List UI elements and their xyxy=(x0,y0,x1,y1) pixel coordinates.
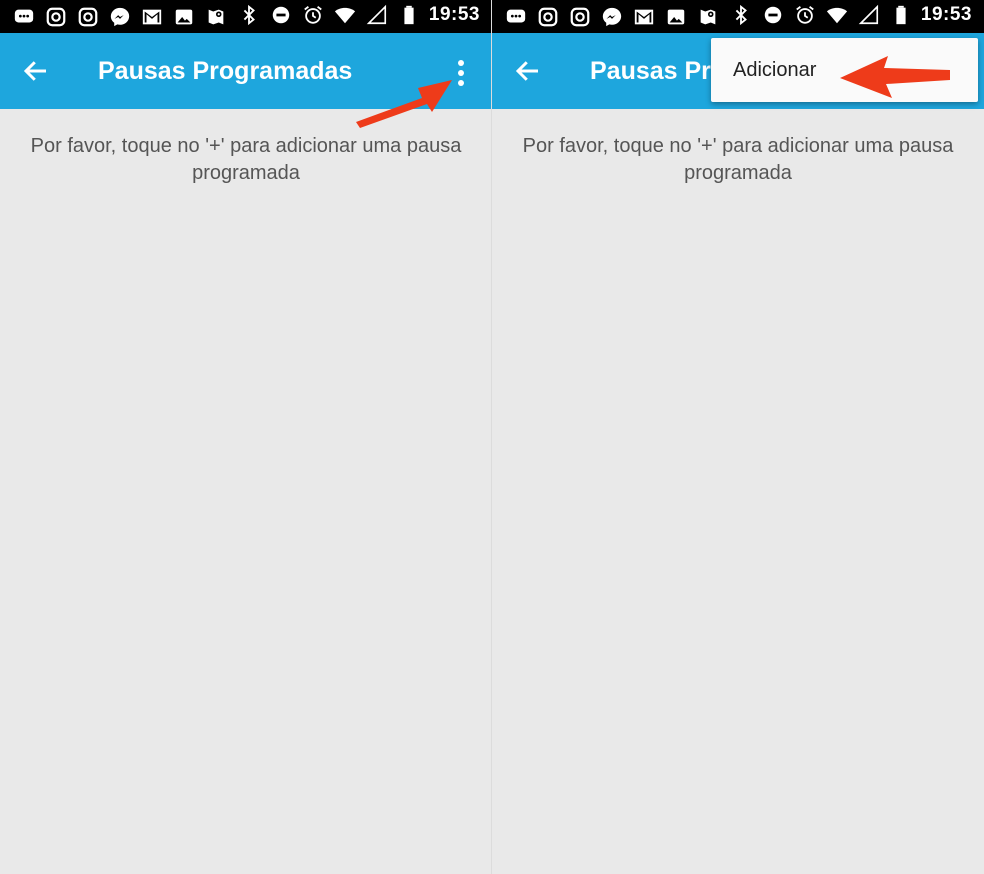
empty-message-line: Por favor, toque no '+' para adicionar u… xyxy=(30,135,462,157)
wifi-icon xyxy=(333,4,357,26)
messenger-icon xyxy=(600,6,624,28)
empty-state-message: Por favor, toque no '+' para adicionar u… xyxy=(0,133,492,187)
bluetooth-icon xyxy=(237,4,261,26)
bluetooth-icon xyxy=(729,4,753,26)
alarm-icon xyxy=(793,4,817,26)
empty-message-line: programada xyxy=(192,162,300,184)
instagram-icon xyxy=(76,6,100,28)
arrow-left-icon xyxy=(515,61,538,81)
page-title: Pausas Programadas xyxy=(98,57,353,85)
photos-icon xyxy=(664,6,688,28)
system-icons: 19:53 xyxy=(729,4,972,26)
signal-icon xyxy=(857,4,881,26)
signal-icon xyxy=(365,4,389,26)
empty-message-line: programada xyxy=(684,162,792,184)
gmail-icon xyxy=(140,6,164,28)
chat-bubble-icon xyxy=(504,6,528,28)
notification-icons xyxy=(12,6,228,28)
do-not-disturb-icon xyxy=(269,4,293,26)
status-bar: 19:53 xyxy=(492,0,984,33)
battery-icon xyxy=(889,4,913,26)
status-bar: 19:53 xyxy=(0,0,492,33)
wifi-icon xyxy=(825,4,849,26)
back-button[interactable] xyxy=(16,51,56,91)
messenger-icon xyxy=(108,6,132,28)
screen-before: 19:53 Pausas Programadas Por favor, toqu… xyxy=(0,0,492,874)
empty-state-message: Por favor, toque no '+' para adicionar u… xyxy=(492,133,984,187)
back-button[interactable] xyxy=(508,51,548,91)
annotation-arrow-icon xyxy=(356,80,452,128)
arrow-left-icon xyxy=(23,61,46,81)
screen-after: 19:53 Pausas Programadas Por favor, toqu… xyxy=(492,0,984,874)
empty-message-line: Por favor, toque no '+' para adicionar u… xyxy=(522,135,954,157)
chat-bubble-icon xyxy=(12,6,36,28)
annotation-arrow-icon xyxy=(840,56,950,98)
more-vert-icon xyxy=(458,60,464,86)
photos-icon xyxy=(172,6,196,28)
clock: 19:53 xyxy=(920,4,972,25)
instagram-icon xyxy=(44,6,68,28)
instagram-icon xyxy=(536,6,560,28)
notification-icons xyxy=(504,6,720,28)
battery-icon xyxy=(397,4,421,26)
alarm-icon xyxy=(301,4,325,26)
maps-icon xyxy=(204,6,228,28)
instagram-icon xyxy=(568,6,592,28)
clock: 19:53 xyxy=(428,4,480,25)
system-icons: 19:53 xyxy=(237,4,480,26)
gmail-icon xyxy=(632,6,656,28)
maps-icon xyxy=(696,6,720,28)
do-not-disturb-icon xyxy=(761,4,785,26)
